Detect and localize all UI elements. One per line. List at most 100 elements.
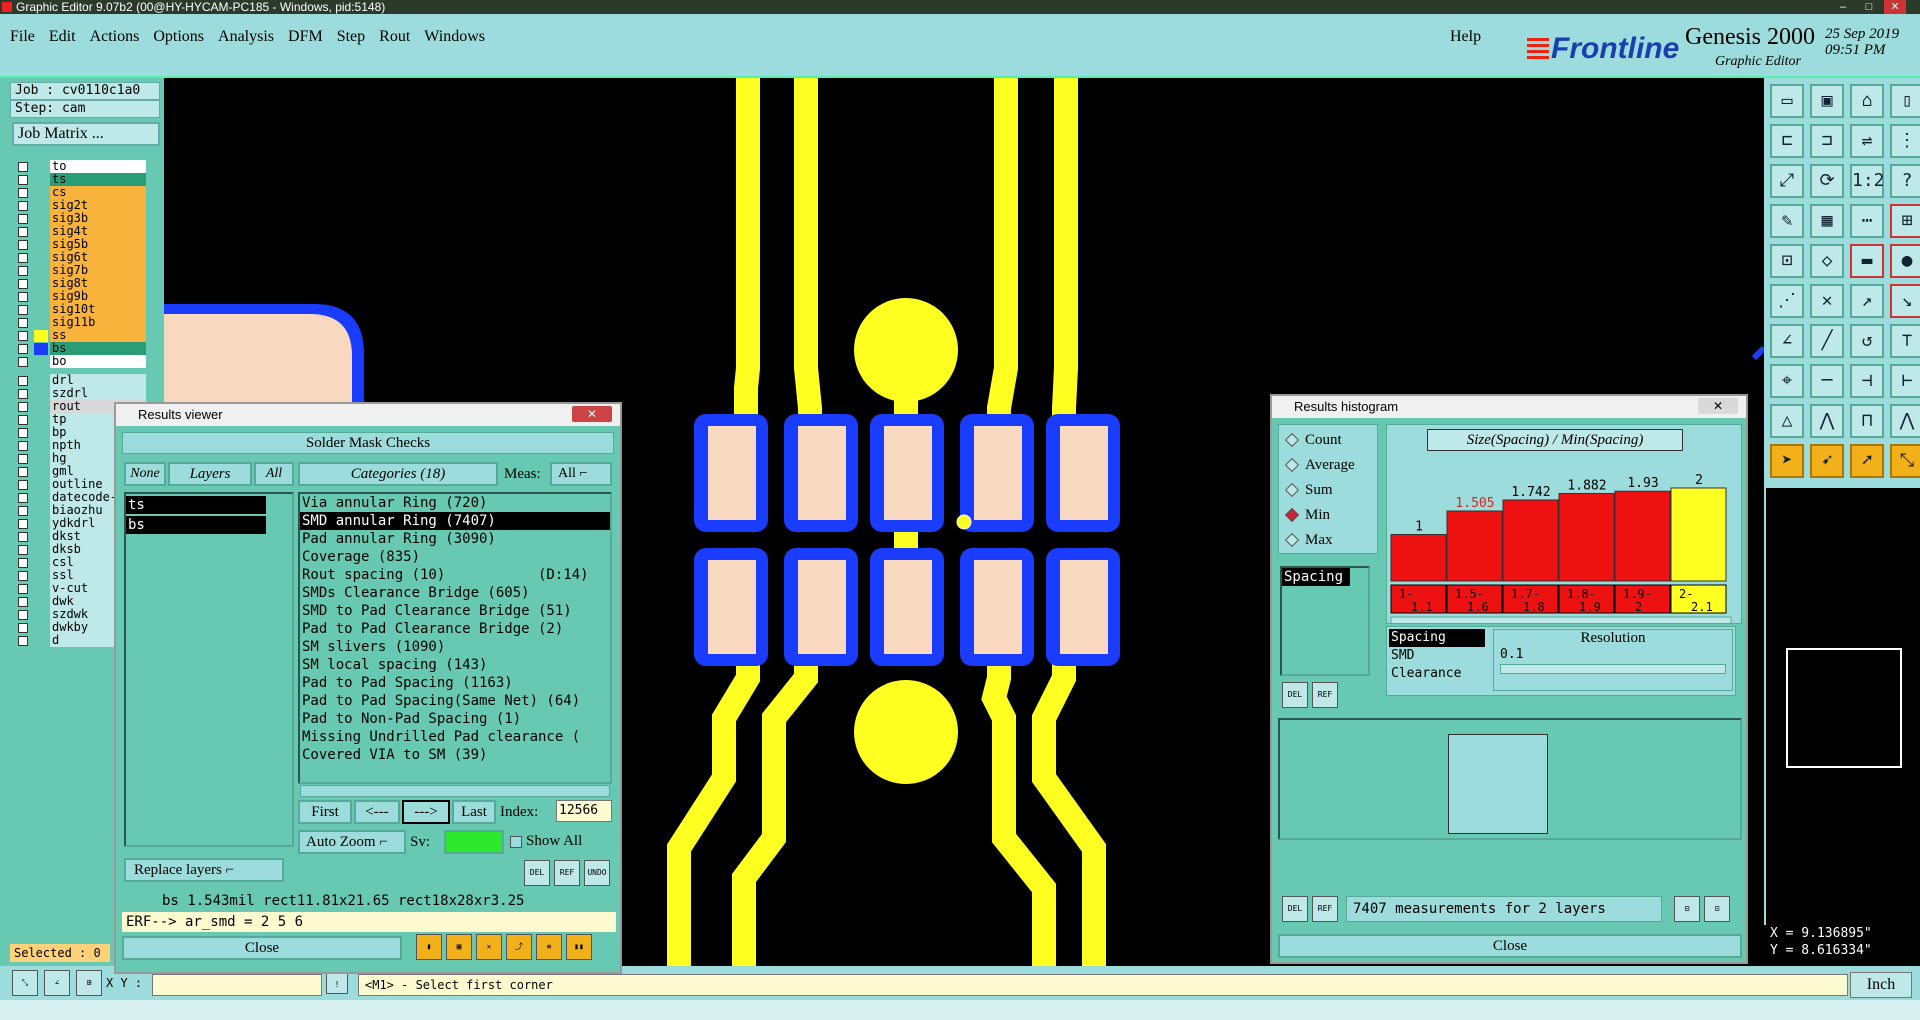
replace-layers-dropdown[interactable]: Replace layers ⌐ xyxy=(124,858,284,882)
maximize-icon[interactable]: □ xyxy=(1858,0,1880,14)
none-button[interactable]: None xyxy=(124,462,166,486)
categories-button[interactable]: Categories (18) xyxy=(298,462,498,486)
category-item[interactable]: Pad to Pad Spacing (1163) xyxy=(300,674,610,692)
layer-checkbox[interactable] xyxy=(18,428,28,438)
layer-checkbox[interactable] xyxy=(18,305,28,315)
tool-button-13[interactable]: ✎ xyxy=(1770,204,1804,238)
mode-min-radio[interactable]: Min xyxy=(1283,504,1330,526)
tool-button-26[interactable]: ╱ xyxy=(1810,324,1844,358)
layer-color-swatch[interactable] xyxy=(34,440,48,452)
histogram-ref-icon[interactable]: REF xyxy=(1312,682,1338,708)
layer-checkbox[interactable] xyxy=(18,214,28,224)
layer-color-swatch[interactable] xyxy=(34,252,48,264)
histogram-bar[interactable] xyxy=(1502,499,1559,582)
histogram-icon[interactable]: ▮▮ xyxy=(566,934,592,960)
category-item[interactable]: SM slivers (1090) xyxy=(300,638,610,656)
layer-color-swatch[interactable] xyxy=(34,570,48,582)
layer-checkbox[interactable] xyxy=(18,584,28,594)
layer-checkbox[interactable] xyxy=(18,519,28,529)
histogram-bar[interactable] xyxy=(1670,487,1727,582)
job-matrix-button[interactable]: Job Matrix ... xyxy=(12,122,160,146)
layer-color-swatch[interactable] xyxy=(34,291,48,303)
layer-checkbox[interactable] xyxy=(18,636,28,646)
layer-color-swatch[interactable] xyxy=(34,479,48,491)
tool-button-23[interactable]: ↗ xyxy=(1850,284,1884,318)
tool-button-32[interactable]: ⊢ xyxy=(1890,364,1920,398)
tool-button-9[interactable]: ⤢ xyxy=(1770,164,1804,198)
layer-color-swatch[interactable] xyxy=(34,427,48,439)
layer-checkbox[interactable] xyxy=(18,610,28,620)
layer-color-swatch[interactable] xyxy=(34,226,48,238)
layer-row[interactable]: sig11b xyxy=(14,316,146,329)
layer-color-swatch[interactable] xyxy=(34,187,48,199)
ref-icon[interactable]: REF xyxy=(554,860,580,886)
layer-checkbox[interactable] xyxy=(18,597,28,607)
prev-button[interactable]: <--- xyxy=(354,800,400,824)
histogram-list-item[interactable]: Spacing xyxy=(1282,568,1350,586)
layer-checkbox[interactable] xyxy=(18,253,28,263)
layer-color-swatch[interactable] xyxy=(34,343,48,355)
histogram-list[interactable]: Spacing xyxy=(1280,566,1370,676)
tool-button-10[interactable]: ⟳ xyxy=(1810,164,1844,198)
tool-button-31[interactable]: ⊣ xyxy=(1850,364,1884,398)
category-item[interactable]: Rout spacing (10) (D:14) xyxy=(300,566,610,584)
help-menu[interactable]: Help xyxy=(1450,24,1481,50)
histogram-category-item[interactable]: Spacing xyxy=(1389,629,1485,647)
layer-color-swatch[interactable] xyxy=(34,544,48,556)
category-item[interactable]: SM local spacing (143) xyxy=(300,656,610,674)
category-item[interactable]: Pad to Pad Spacing(Same Net) (64) xyxy=(300,692,610,710)
tool-button-5[interactable]: ⊏ xyxy=(1770,124,1804,158)
histogram-bar[interactable] xyxy=(1558,492,1615,582)
tool-button-22[interactable]: ✕ xyxy=(1810,284,1844,318)
layer-checkbox[interactable] xyxy=(18,175,28,185)
layer-checkbox[interactable] xyxy=(18,227,28,237)
histogram-ref2-icon[interactable]: REF xyxy=(1312,896,1338,922)
layer-color-swatch[interactable] xyxy=(34,239,48,251)
category-item[interactable]: Coverage (835) xyxy=(300,548,610,566)
index-input[interactable]: 12566 xyxy=(556,800,612,822)
layer-color-swatch[interactable] xyxy=(34,161,48,173)
tool-button-2[interactable]: ▣ xyxy=(1810,84,1844,118)
histogram-bar[interactable] xyxy=(1614,490,1671,582)
tool-button-17[interactable]: ⊡ xyxy=(1770,244,1804,278)
layer-color-swatch[interactable] xyxy=(34,492,48,504)
tool-button-12[interactable]: ? xyxy=(1890,164,1920,198)
tool-button-16[interactable]: ⊞ xyxy=(1890,204,1920,238)
layer-color-swatch[interactable] xyxy=(34,304,48,316)
layer-color-swatch[interactable] xyxy=(34,531,48,543)
histogram-del-icon[interactable]: DEL xyxy=(1282,682,1308,708)
layer-row[interactable]: bo xyxy=(14,355,146,368)
undo-icon[interactable]: UNDO xyxy=(584,860,610,886)
layer-checkbox[interactable] xyxy=(18,545,28,555)
report-icon[interactable]: ≡ xyxy=(536,934,562,960)
histogram-category-item[interactable]: SMD xyxy=(1389,647,1485,665)
category-item[interactable]: SMD to Pad Clearance Bridge (51) xyxy=(300,602,610,620)
last-button[interactable]: Last xyxy=(452,800,496,824)
layer-results-list[interactable]: ts bs xyxy=(124,492,294,847)
category-item[interactable]: Covered VIA to SM (39) xyxy=(300,746,610,764)
tool-button-1[interactable]: ▭ xyxy=(1770,84,1804,118)
layer-color-swatch[interactable] xyxy=(34,466,48,478)
layer-row[interactable]: ss xyxy=(14,329,146,342)
tool-button-15[interactable]: ⋯ xyxy=(1850,204,1884,238)
layer-checkbox[interactable] xyxy=(18,454,28,464)
tool-button-7[interactable]: ⇌ xyxy=(1850,124,1884,158)
layer-checkbox[interactable] xyxy=(18,376,28,386)
tool-button-18[interactable]: ◇ xyxy=(1810,244,1844,278)
category-item[interactable]: SMDs Clearance Bridge (605) xyxy=(300,584,610,602)
layer-checkbox[interactable] xyxy=(18,623,28,633)
units-button[interactable]: Inch xyxy=(1850,972,1912,998)
menu-analysis[interactable]: Analysis xyxy=(218,24,274,50)
category-list[interactable]: Via annular Ring (720) SMD annular Ring (… xyxy=(298,492,612,784)
menu-rout[interactable]: Rout xyxy=(379,24,410,50)
tool-button-21[interactable]: ⋰ xyxy=(1770,284,1804,318)
layer-color-swatch[interactable] xyxy=(34,174,48,186)
layer-color-swatch[interactable] xyxy=(34,375,48,387)
layer-color-swatch[interactable] xyxy=(34,278,48,290)
layer-result-item[interactable]: ts xyxy=(126,496,266,514)
tool-button-38[interactable]: ➹ xyxy=(1810,444,1844,478)
all-button[interactable]: All xyxy=(254,462,294,486)
tool-button-28[interactable]: ⊤ xyxy=(1890,324,1920,358)
layer-row[interactable]: ts xyxy=(14,173,146,186)
tool-button-34[interactable]: ⋀ xyxy=(1810,404,1844,438)
